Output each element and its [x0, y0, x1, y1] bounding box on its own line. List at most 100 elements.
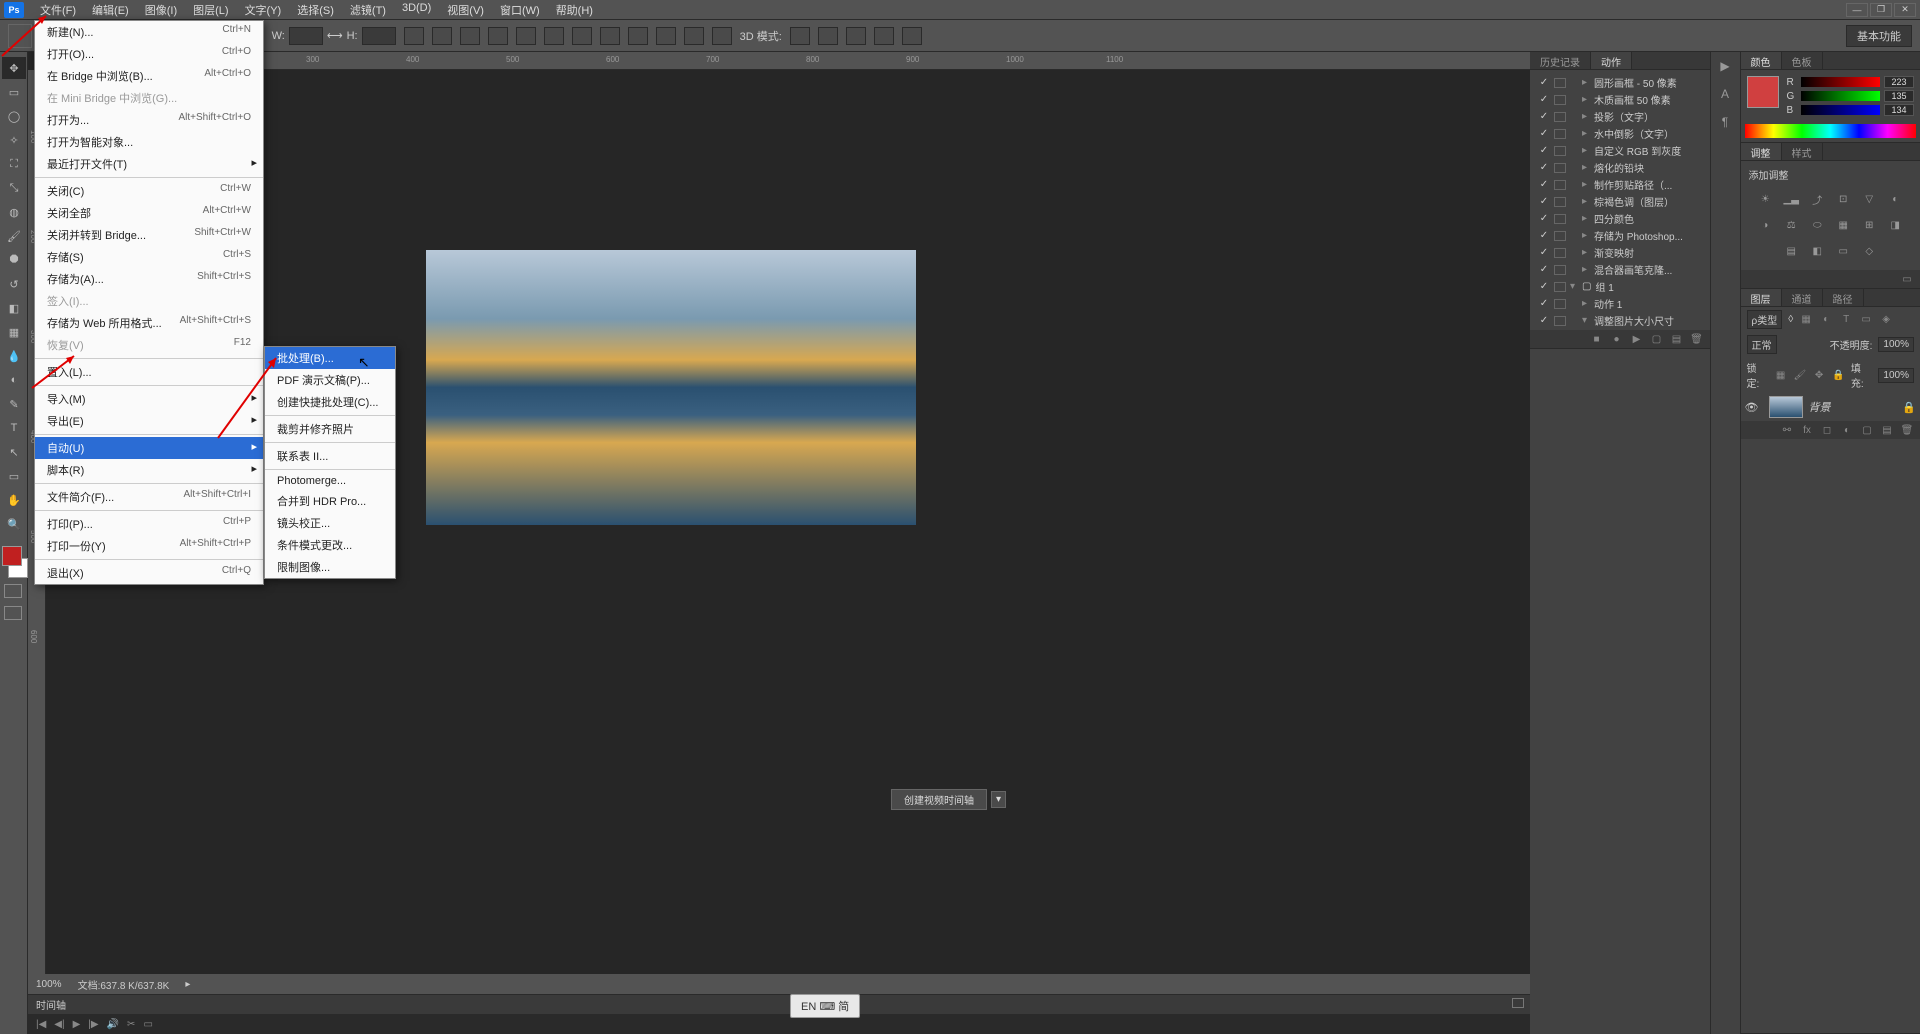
filter-adjust-icon[interactable]: ◐: [1819, 313, 1833, 327]
menu-视图(V)[interactable]: 视图(V): [439, 0, 492, 20]
opt-icon[interactable]: [572, 27, 592, 45]
panel-menu-icon[interactable]: ▭: [1900, 272, 1914, 286]
menu-item[interactable]: 批处理(B)...: [265, 347, 395, 369]
next-frame-icon[interactable]: |▶: [88, 1019, 98, 1030]
action-row[interactable]: ✓▸渐变映射: [1534, 244, 1706, 261]
action-row[interactable]: ✓▸动作 1: [1534, 295, 1706, 312]
filter-pixel-icon[interactable]: ▦: [1799, 313, 1813, 327]
menu-图层(L)[interactable]: 图层(L): [185, 0, 236, 20]
eraser-tool[interactable]: ◧: [2, 297, 26, 319]
menu-编辑(E)[interactable]: 编辑(E): [84, 0, 137, 20]
opt-icon[interactable]: [516, 27, 536, 45]
fill-value[interactable]: 100%: [1878, 368, 1914, 383]
lock-trans-icon[interactable]: ▦: [1774, 368, 1787, 382]
menu-item[interactable]: 退出(X)Ctrl+Q: [35, 562, 263, 584]
action-row[interactable]: ✓▸制作剪贴路径（...: [1534, 176, 1706, 193]
menu-item[interactable]: 导入(M)▸: [35, 388, 263, 410]
cut-icon[interactable]: ✂: [127, 1019, 135, 1030]
r-slider[interactable]: [1801, 77, 1881, 87]
menu-item[interactable]: 导出(E)▸: [35, 410, 263, 432]
lock-pos-icon[interactable]: ✥: [1812, 368, 1825, 382]
posterize-icon[interactable]: ▤: [1782, 242, 1800, 260]
filter-smart-icon[interactable]: ◈: [1879, 313, 1893, 327]
menu-item[interactable]: 新建(N)...Ctrl+N: [35, 21, 263, 43]
mini-play-icon[interactable]: ▶: [1715, 56, 1735, 76]
lock-pixel-icon[interactable]: 🖌: [1793, 368, 1806, 382]
layer-row[interactable]: 👁 背景 🔒: [1741, 393, 1920, 421]
collapse-icon[interactable]: [1512, 998, 1524, 1008]
menu-3D(D)[interactable]: 3D(D): [394, 0, 439, 20]
play-action-icon[interactable]: ▶: [1630, 332, 1644, 346]
menu-item[interactable]: 存储为(A)...Shift+Ctrl+S: [35, 268, 263, 290]
menu-item[interactable]: 镜头校正...: [265, 512, 395, 534]
menu-item[interactable]: 条件模式更改...: [265, 534, 395, 556]
timeline-tab[interactable]: 时间轴: [36, 997, 66, 1012]
stamp-tool[interactable]: ⯃: [2, 249, 26, 271]
tab-styles[interactable]: 样式: [1782, 143, 1823, 160]
zoom-level[interactable]: 100%: [36, 979, 62, 990]
type-tool[interactable]: T: [2, 417, 26, 439]
tab-paths[interactable]: 路径: [1823, 289, 1864, 306]
menu-item[interactable]: 存储(S)Ctrl+S: [35, 246, 263, 268]
tab-history[interactable]: 历史记录: [1530, 52, 1591, 69]
close-button[interactable]: ✕: [1894, 3, 1916, 17]
h-field[interactable]: [362, 27, 396, 45]
gradient-map-icon[interactable]: ▭: [1834, 242, 1852, 260]
invert-icon[interactable]: ◨: [1886, 216, 1904, 234]
opt-icon[interactable]: [432, 27, 452, 45]
trash-icon[interactable]: 🗑: [1690, 332, 1704, 346]
menu-item[interactable]: 打开为智能对象...: [35, 131, 263, 153]
layer-name[interactable]: 背景: [1809, 399, 1831, 415]
menu-item[interactable]: 打开(O)...Ctrl+O: [35, 43, 263, 65]
tab-adjustments[interactable]: 调整: [1741, 143, 1782, 160]
gradient-tool[interactable]: ▦: [2, 321, 26, 343]
eyedropper-tool[interactable]: ⤡: [2, 177, 26, 199]
brightness-icon[interactable]: ☀: [1756, 190, 1774, 208]
w-field[interactable]: [289, 27, 323, 45]
audio-icon[interactable]: 🔊: [107, 1019, 119, 1030]
zoom-tool[interactable]: 🔍: [2, 513, 26, 535]
menu-item[interactable]: 合并到 HDR Pro...: [265, 490, 395, 512]
current-tool-icon[interactable]: [8, 24, 32, 48]
menu-文件(F)[interactable]: 文件(F): [32, 0, 84, 20]
timeline-dropdown-icon[interactable]: ▾: [991, 791, 1006, 808]
opt-icon[interactable]: [488, 27, 508, 45]
hand-tool[interactable]: ✋: [2, 489, 26, 511]
action-row[interactable]: ✓▸混合器画笔克隆...: [1534, 261, 1706, 278]
blur-tool[interactable]: 💧: [2, 345, 26, 367]
menu-图像(I)[interactable]: 图像(I): [137, 0, 185, 20]
tab-channels[interactable]: 通道: [1782, 289, 1823, 306]
menu-item[interactable]: 脚本(R)▸: [35, 459, 263, 481]
opt-icon[interactable]: [818, 27, 838, 45]
menu-选择(S)[interactable]: 选择(S): [289, 0, 342, 20]
crop-tool[interactable]: ⛶: [2, 153, 26, 175]
opacity-value[interactable]: 100%: [1878, 337, 1914, 352]
vibrance-icon[interactable]: ▽: [1860, 190, 1878, 208]
menu-item[interactable]: Photomerge...: [265, 472, 395, 490]
menu-item[interactable]: 联系表 II...: [265, 445, 395, 467]
opt-icon[interactable]: [404, 27, 424, 45]
g-value[interactable]: 135: [1884, 90, 1914, 102]
action-row[interactable]: ✓▸自定义 RGB 到灰度: [1534, 142, 1706, 159]
menu-item[interactable]: 关闭并转到 Bridge...Shift+Ctrl+W: [35, 224, 263, 246]
quick-mask-toggle[interactable]: [4, 584, 22, 598]
action-row[interactable]: ✓▸投影（文字）: [1534, 108, 1706, 125]
opt-icon[interactable]: [684, 27, 704, 45]
g-slider[interactable]: [1801, 91, 1881, 101]
stop-icon[interactable]: ■: [1590, 332, 1604, 346]
menu-item[interactable]: 关闭全部Alt+Ctrl+W: [35, 202, 263, 224]
opt-icon[interactable]: [874, 27, 894, 45]
menu-item[interactable]: 打印一份(Y)Alt+Shift+Ctrl+P: [35, 535, 263, 557]
new-folder-icon[interactable]: ▢: [1650, 332, 1664, 346]
tab-actions[interactable]: 动作: [1591, 52, 1632, 69]
maximize-button[interactable]: ❐: [1870, 3, 1892, 17]
levels-icon[interactable]: ▁▃: [1782, 190, 1800, 208]
filter-type-icon[interactable]: T: [1839, 313, 1853, 327]
foreground-color[interactable]: [2, 546, 22, 566]
menu-item[interactable]: 创建快捷批处理(C)...: [265, 391, 395, 413]
balance-icon[interactable]: ⚖: [1782, 216, 1800, 234]
fx-icon[interactable]: fx: [1800, 423, 1814, 437]
tab-swatches[interactable]: 色板: [1782, 52, 1823, 69]
pen-tool[interactable]: ✎: [2, 393, 26, 415]
b-value[interactable]: 134: [1884, 104, 1914, 116]
